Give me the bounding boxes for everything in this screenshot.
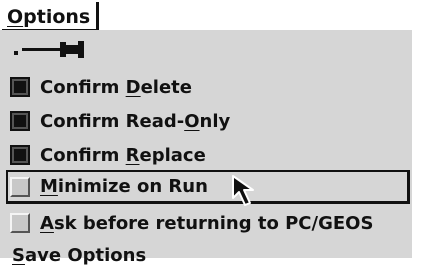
save-options-label: Save Options [12,244,147,266]
options-menu-panel: Confirm Delete Confirm Read-Only Confirm… [0,30,412,266]
options-title-rest: ptions [23,6,91,28]
confirm-replace-label: Confirm Replace [40,144,206,166]
minimize-on-run-item[interactable]: Minimize on Run [6,170,410,204]
confirm-read-only-checkbox[interactable] [10,111,30,131]
ask-before-returning-item[interactable]: Ask before returning to PC/GEOS [6,206,410,240]
save-options-item[interactable]: Save Options [6,238,410,272]
confirm-delete-checkbox[interactable] [10,77,30,97]
minimize-on-run-label: Minimize on Run [40,176,208,197]
options-mnemonic: O [7,6,24,28]
confirm-delete-item[interactable]: Confirm Delete [6,70,410,104]
confirm-replace-checkbox[interactable] [10,145,30,165]
confirm-read-only-item[interactable]: Confirm Read-Only [6,104,410,138]
confirm-replace-item[interactable]: Confirm Replace [6,138,410,172]
ask-before-returning-checkbox[interactable] [10,213,30,233]
minimize-on-run-checkbox[interactable] [10,176,30,197]
ask-before-returning-label: Ask before returning to PC/GEOS [40,212,374,234]
options-menu-title[interactable]: Options [2,2,100,32]
pushpin-icon [14,41,84,58]
mouse-pointer-icon [232,175,254,206]
confirm-read-only-label: Confirm Read-Only [40,110,231,132]
pin-menu-item[interactable] [12,36,102,66]
confirm-delete-label: Confirm Delete [40,76,192,98]
